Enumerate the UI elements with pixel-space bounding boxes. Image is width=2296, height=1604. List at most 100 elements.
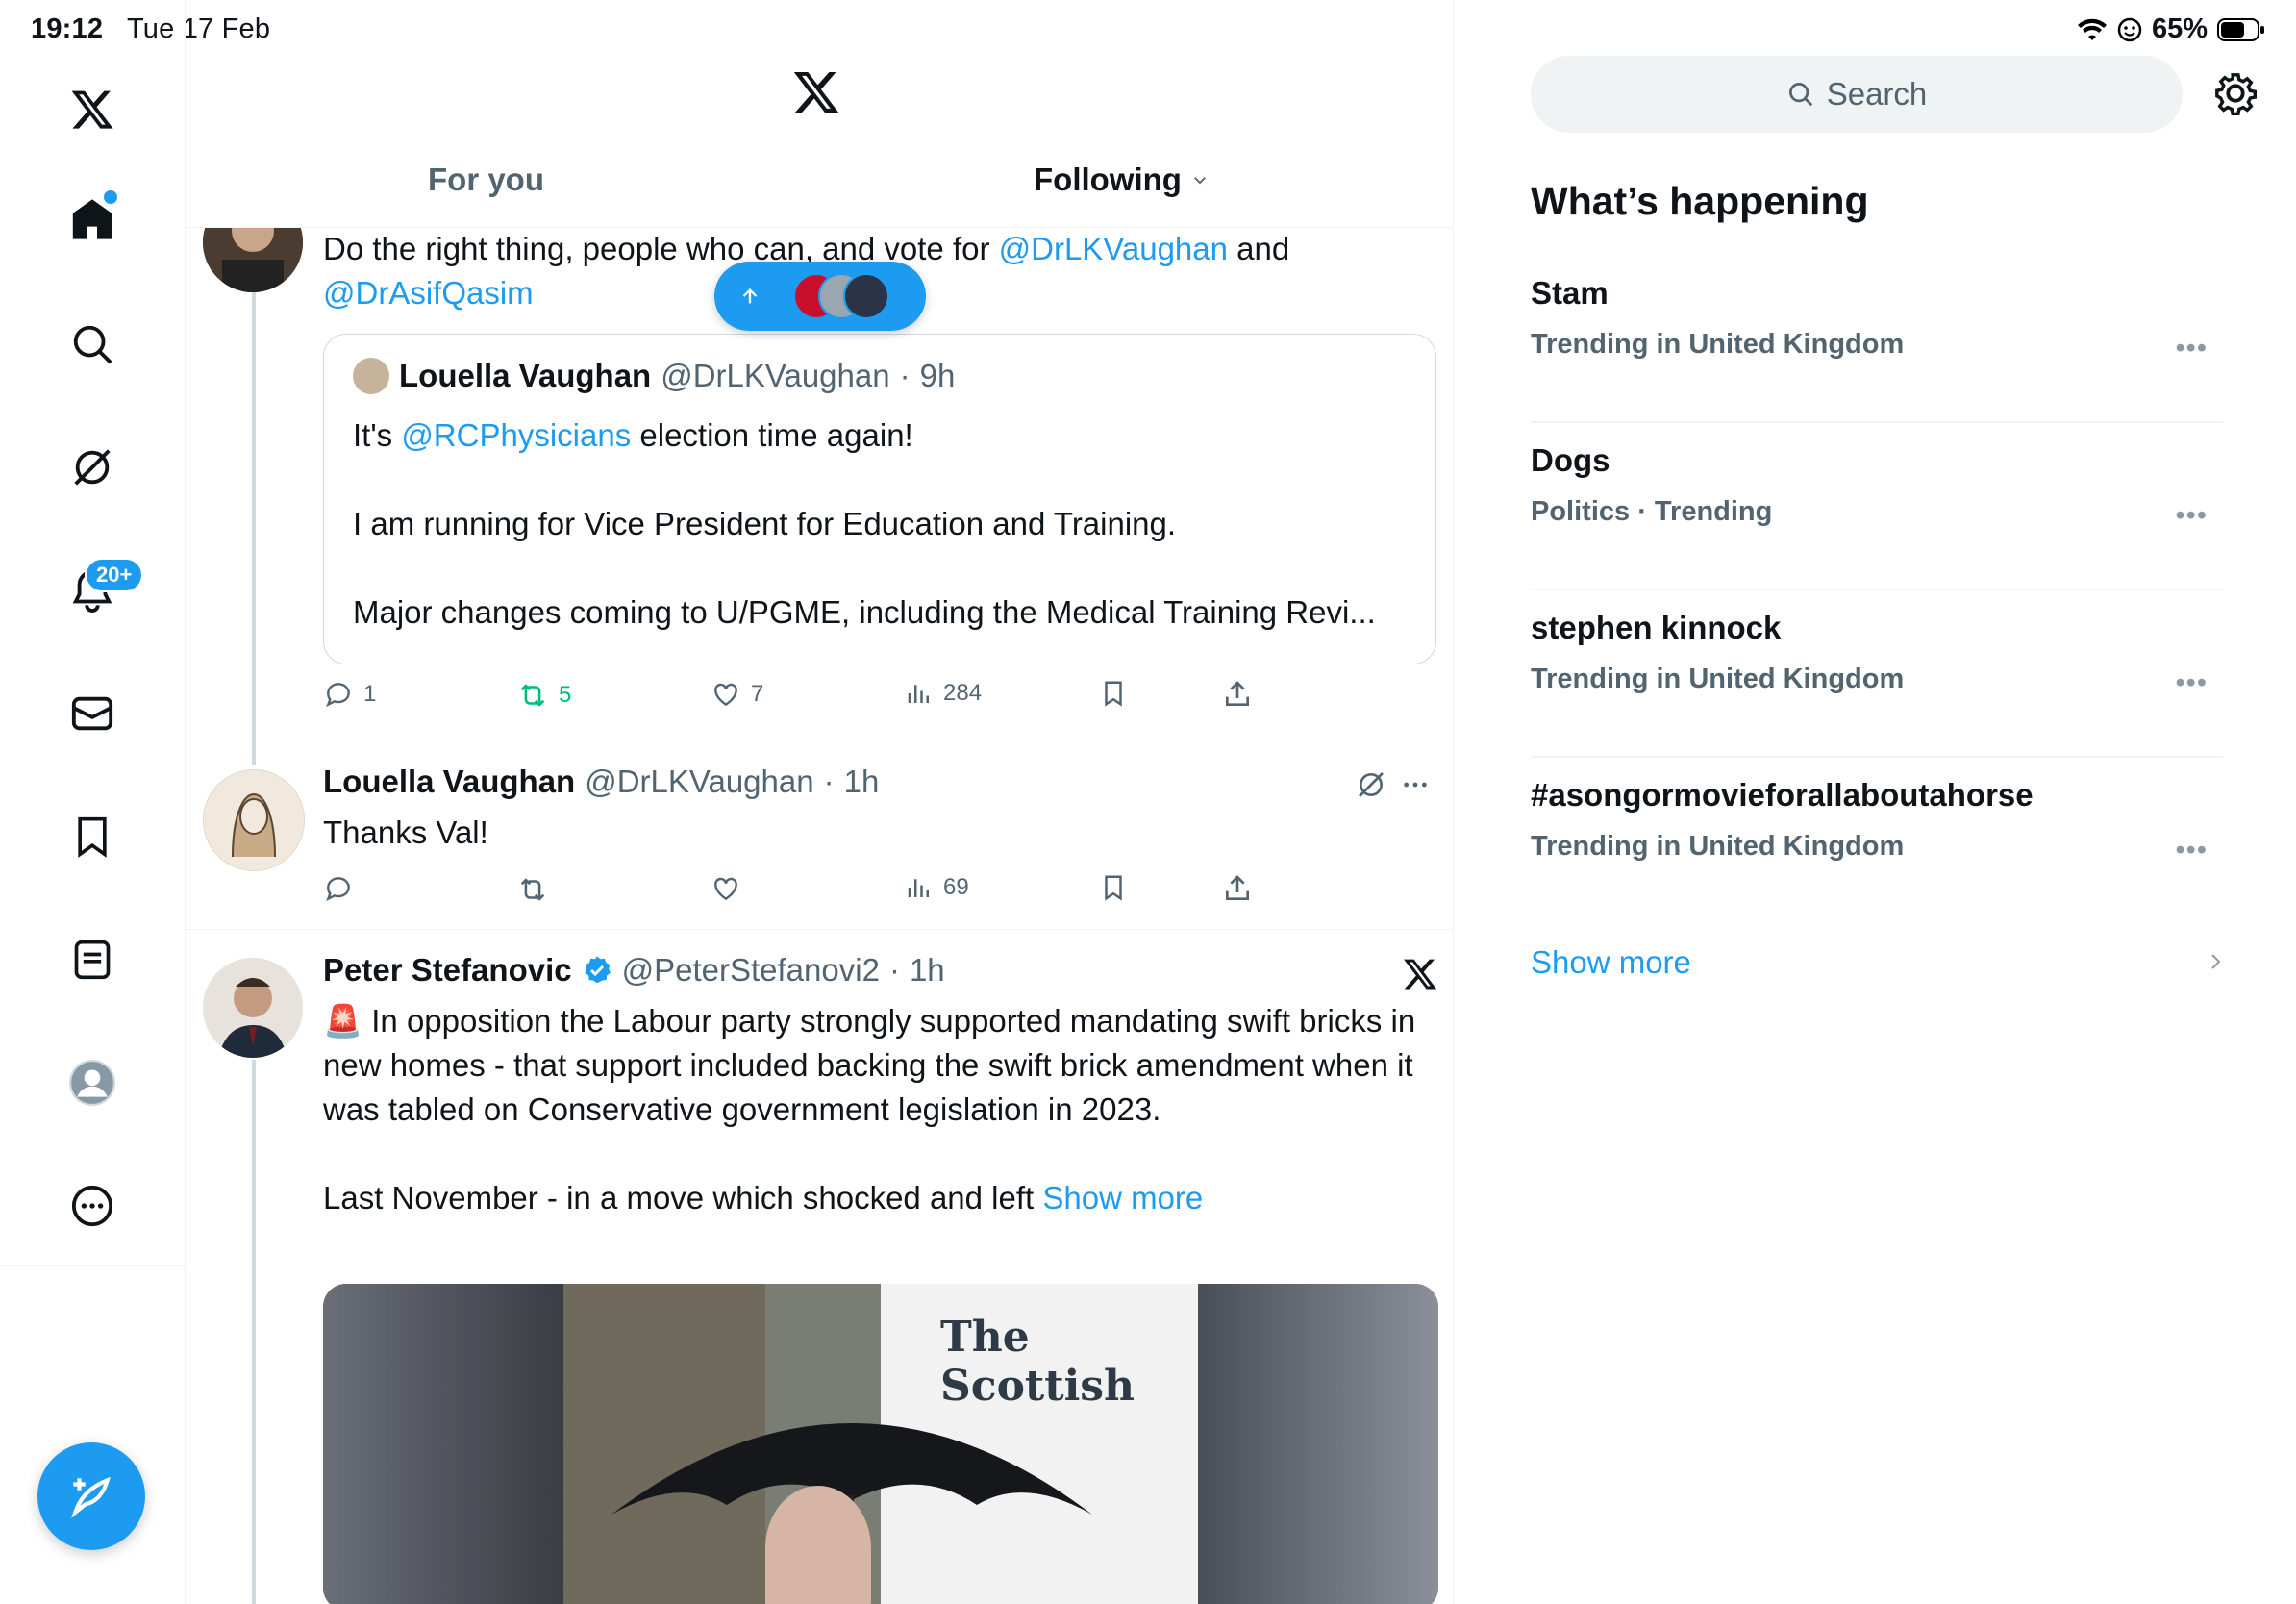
like-count: 7 — [751, 681, 764, 707]
verified-badge-icon — [585, 956, 611, 984]
post-media-video[interactable]: The Scottish — [323, 1284, 1438, 1604]
lists-icon[interactable] — [62, 929, 123, 990]
whats-happening-title: What’s happening — [1531, 179, 1869, 223]
like-button[interactable] — [711, 873, 741, 904]
trend-name: stephen kinnock — [1531, 610, 1782, 645]
x-logo-icon[interactable] — [62, 79, 123, 140]
trend-item[interactable]: Stam Trending in United Kingdom ••• — [1531, 256, 2223, 423]
avatar — [353, 358, 389, 394]
show-more-link[interactable]: Show more — [1042, 1180, 1203, 1216]
reply-icon — [326, 877, 350, 902]
new-posts-button[interactable] — [714, 262, 926, 331]
post-time[interactable]: 1h — [910, 952, 945, 989]
quoted-author-handle: @DrLKVaughan — [661, 358, 890, 393]
tab-following[interactable]: Following — [1034, 162, 1209, 198]
tab-following-label: Following — [1034, 162, 1182, 197]
search-placeholder: Search — [1826, 76, 1928, 112]
views-count: 284 — [943, 680, 983, 706]
post-divider — [186, 929, 1453, 930]
search-input[interactable]: Search — [1531, 56, 2183, 133]
like-button[interactable]: 7 — [711, 679, 763, 710]
show-more-trends-link[interactable]: Show more — [1531, 944, 1691, 981]
views-button[interactable]: 69 — [905, 873, 969, 902]
quoted-post-time: 9h — [919, 358, 956, 393]
trend-item[interactable]: #asongormovieforallaboutahorse Trending … — [1531, 758, 2223, 925]
author-handle[interactable]: @DrLKVaughan — [585, 764, 813, 800]
trend-meta: Trending in United Kingdom — [1531, 831, 1905, 862]
tweet-3-header: Peter Stefanovic @PeterStefanovi2 · 1h — [323, 952, 945, 989]
trend-meta: Politics · Trending — [1531, 496, 1773, 527]
author-handle[interactable]: @PeterStefanovi2 — [622, 952, 880, 989]
messages-icon[interactable] — [62, 683, 123, 744]
share-icon — [1226, 875, 1249, 900]
author-name[interactable]: Peter Stefanovic — [323, 952, 572, 989]
share-button[interactable] — [1222, 873, 1253, 904]
quoted-post-card[interactable]: Louella Vaughan @DrLKVaughan · 9h It's @… — [323, 334, 1436, 664]
avatar[interactable] — [203, 769, 305, 871]
x-logo-icon[interactable] — [1402, 956, 1438, 992]
search-icon[interactable] — [62, 313, 123, 375]
reply-icon — [326, 683, 350, 708]
tweet-1-text-prefix: Do the right thing, people who can, and … — [323, 231, 999, 266]
more-options-icon[interactable]: ••• — [2176, 667, 2208, 699]
chevron-right-icon[interactable] — [2204, 950, 2227, 973]
mention-link[interactable]: @RCPhysicians — [401, 417, 631, 453]
compose-feather-icon — [71, 1476, 111, 1518]
tweet-1-text-mid: and — [1228, 231, 1290, 266]
trend-name: Dogs — [1531, 442, 1610, 478]
thread-connector — [252, 1060, 256, 1604]
author-name[interactable]: Louella Vaughan — [323, 764, 575, 800]
more-options-icon[interactable] — [62, 1175, 123, 1237]
trend-item[interactable]: stephen kinnock Trending in United Kingd… — [1531, 590, 2223, 758]
bookmark-button[interactable] — [1099, 679, 1128, 708]
reply-count: 1 — [363, 681, 377, 707]
timeline-tabs: For you Following — [186, 144, 1453, 228]
quoted-author-name: Louella Vaughan — [399, 358, 652, 393]
home-unread-dot — [102, 188, 119, 206]
reply-button[interactable] — [323, 873, 354, 904]
x-header-logo-icon[interactable] — [791, 67, 841, 117]
reply-button[interactable]: 1 — [323, 679, 376, 710]
repost-count: 5 — [559, 682, 572, 708]
repost-icon — [520, 878, 545, 901]
profile-avatar-icon[interactable] — [62, 1052, 123, 1114]
quoted-line3: Major changes coming to U/PGME, includin… — [353, 594, 1376, 630]
trend-name: Stam — [1531, 275, 1609, 311]
quoted-post-text: It's @RCPhysicians election time again! … — [353, 414, 1410, 635]
views-bar-chart-icon — [908, 879, 929, 897]
repost-icon — [520, 684, 545, 707]
bookmarks-icon[interactable] — [62, 806, 123, 867]
repost-button[interactable] — [516, 873, 549, 906]
avatar[interactable] — [203, 958, 303, 1058]
views-button[interactable]: 284 — [905, 679, 982, 708]
mention-link[interactable]: @DrLKVaughan — [999, 231, 1228, 266]
post-time[interactable]: 1h — [844, 764, 880, 800]
chevron-down-icon — [1194, 177, 1206, 185]
repost-button[interactable]: 5 — [516, 679, 571, 712]
separator-dot: · — [888, 952, 900, 988]
left-navigation: 20+ — [0, 0, 186, 1604]
tweet-2-actions: 69 — [186, 873, 1453, 912]
tweet-2-header: Louella Vaughan @DrLKVaughan · 1h — [323, 764, 879, 800]
more-options-icon[interactable] — [1399, 769, 1432, 800]
settings-gear-icon[interactable] — [2213, 71, 2258, 115]
video-frame: The Scottish — [563, 1284, 1198, 1604]
heart-icon — [714, 877, 737, 901]
more-options-icon[interactable]: ••• — [2176, 333, 2208, 364]
siren-emoji: 🚨 — [323, 1003, 363, 1039]
more-options-icon[interactable]: ••• — [2176, 835, 2208, 866]
mention-link[interactable]: @DrAsifQasim — [323, 275, 534, 311]
tweet-2-text: Thanks Val! — [323, 815, 488, 850]
arrow-up-icon — [742, 288, 758, 304]
bookmark-button[interactable] — [1099, 873, 1128, 902]
trend-item[interactable]: Dogs Politics · Trending ••• — [1531, 423, 2223, 590]
grok-icon[interactable] — [62, 437, 123, 498]
tab-for-you[interactable]: For you — [428, 162, 544, 198]
search-icon — [1788, 83, 1812, 107]
share-button[interactable] — [1222, 679, 1253, 710]
tweet-3-text-continued: Last November - in a move which shocked … — [323, 1180, 1043, 1216]
grok-icon[interactable] — [1356, 769, 1386, 800]
quoted-line1-suffix: election time again! — [631, 417, 913, 453]
more-options-icon[interactable]: ••• — [2176, 500, 2208, 532]
compose-post-button[interactable] — [37, 1442, 145, 1550]
